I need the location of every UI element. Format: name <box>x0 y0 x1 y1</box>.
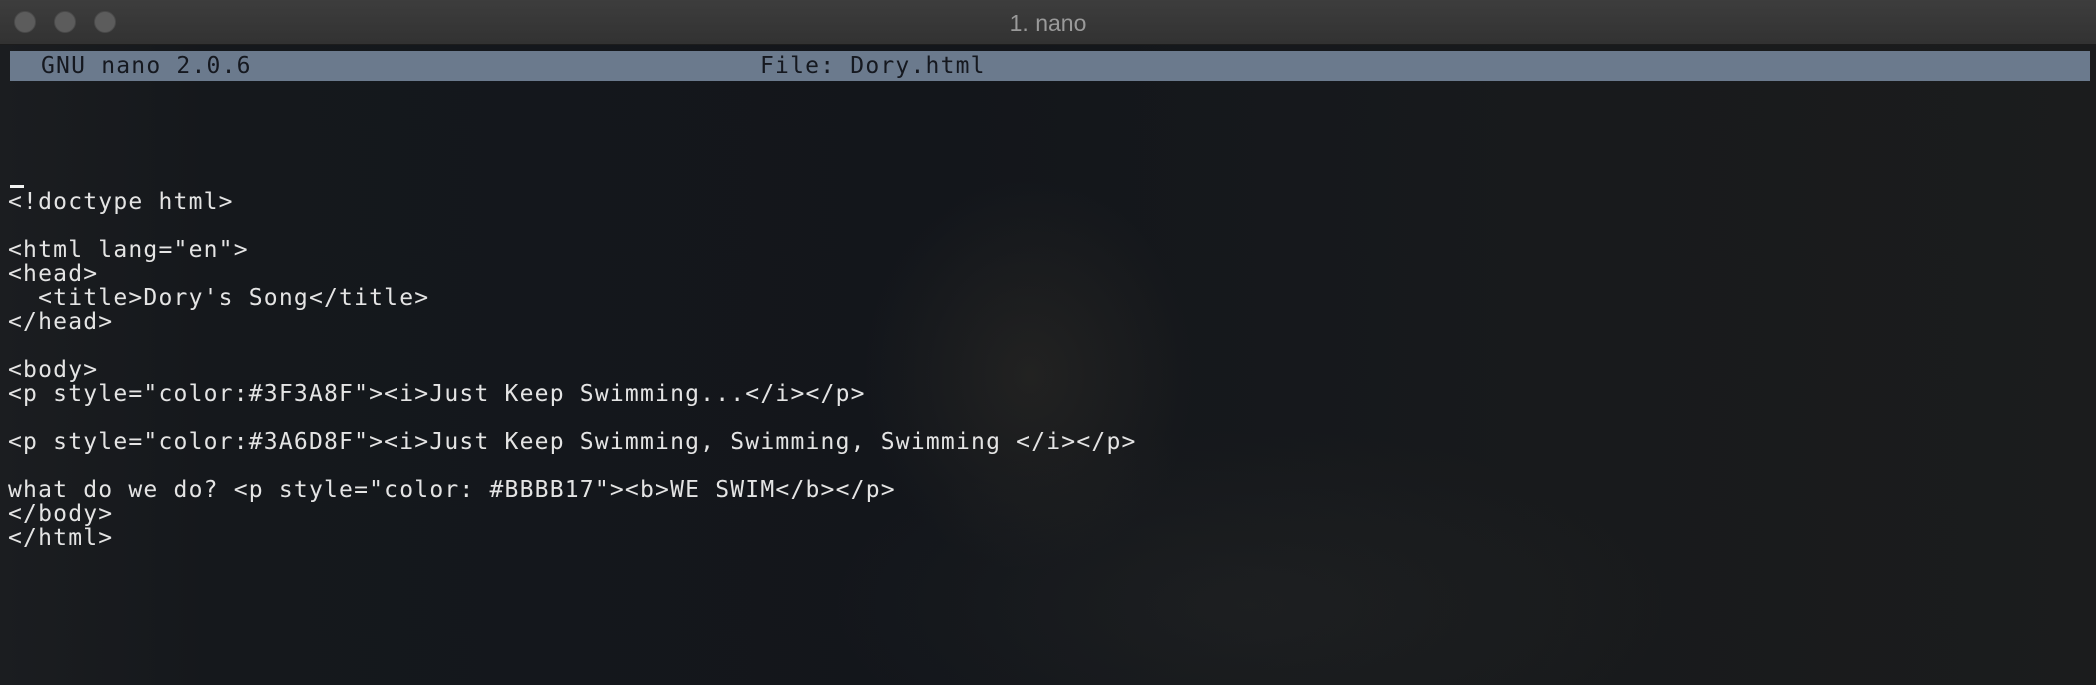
code-line: <p style="color:#3F3A8F"><i>Just Keep Sw… <box>8 381 866 407</box>
code-line: </html> <box>8 525 114 551</box>
terminal-window: 1. nano GNU nano 2.0.6 File: Dory.html <… <box>0 0 2096 685</box>
editor-area[interactable]: <!doctype html> <html lang="en"> <head> … <box>0 81 2096 681</box>
window-title: 1. nano <box>1009 10 1087 36</box>
terminal-content[interactable]: GNU nano 2.0.6 File: Dory.html <!doctype… <box>0 45 2096 685</box>
nano-header-bar: GNU nano 2.0.6 File: Dory.html <box>10 51 2090 81</box>
title-bar: 1. nano <box>0 0 2096 45</box>
nano-version: GNU nano 2.0.6 <box>41 53 252 79</box>
code-line: </head> <box>8 309 114 335</box>
nano-file-name: File: Dory.html <box>760 53 986 79</box>
code-line: <!doctype html> <box>8 189 234 215</box>
code-line: what do we do? <p style="color: #BBBB17"… <box>8 477 896 503</box>
code-line: <p style="color:#3A6D8F"><i>Just Keep Sw… <box>8 429 1137 455</box>
